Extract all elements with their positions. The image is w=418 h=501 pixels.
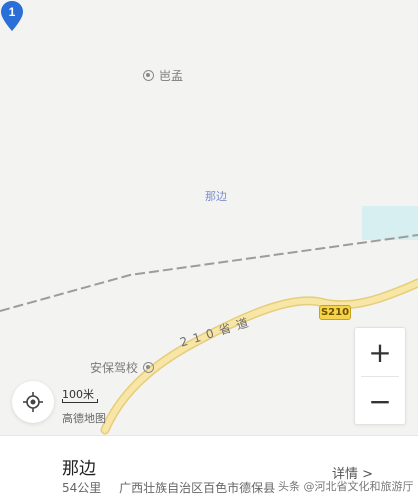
place-distance: 54公里 [62, 481, 102, 495]
location-pin-icon[interactable]: 1 [0, 0, 24, 32]
zoom-out-button[interactable]: − [355, 377, 405, 425]
water-area [362, 206, 418, 240]
watermark: 头条 @河北省文化和旅游厅 [278, 480, 414, 493]
zoom-control: + − [354, 327, 406, 425]
place-title: 那边 [62, 459, 96, 479]
poi-label: 岜孟 [159, 69, 184, 83]
place-address: 广西壮族自治区百色市德保县 [119, 481, 276, 495]
road-shield-s210: S210 [319, 305, 351, 320]
poi-label: 安保驾校 [90, 361, 139, 375]
place-subtitle: 54公里 广西壮族自治区百色市德保县 [62, 479, 275, 496]
map-brand: 高德地图 [62, 412, 106, 425]
poi-icon [143, 70, 154, 81]
crosshair-icon [23, 392, 43, 412]
marker-label: 那边 [205, 190, 227, 203]
zoom-in-button[interactable]: + [355, 328, 405, 376]
poi-bameng[interactable]: 岜孟 [143, 67, 183, 84]
pin-number: 1 [9, 5, 16, 19]
poi-driving-school[interactable]: 安保驾校 [90, 359, 155, 376]
poi-icon [143, 362, 155, 373]
scale-bar [62, 399, 98, 403]
locate-button[interactable] [12, 381, 54, 423]
